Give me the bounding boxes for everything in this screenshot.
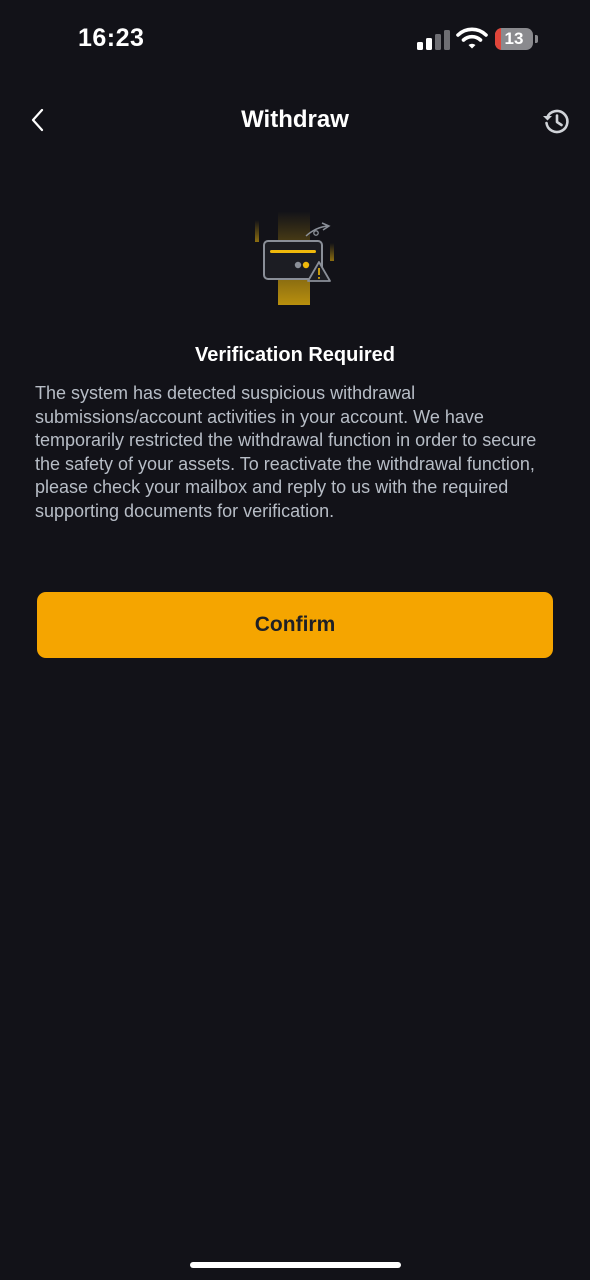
history-button[interactable] (538, 103, 574, 139)
page-title: Withdraw (241, 106, 349, 133)
confirm-button[interactable]: Confirm (37, 592, 553, 658)
status-bar: 16:23 13 (0, 0, 590, 80)
card-warning-icon (248, 205, 342, 311)
verification-message: The system has detected suspicious withd… (35, 383, 537, 521)
history-icon (543, 109, 569, 134)
cellular-signal-icon (417, 30, 451, 50)
wifi-icon (456, 26, 488, 50)
battery-icon: 13 (495, 28, 533, 50)
navigation-bar: Withdraw (0, 94, 590, 146)
battery-cap (535, 35, 538, 43)
home-indicator[interactable] (190, 1262, 401, 1268)
verification-heading: Verification Required (194, 344, 396, 366)
status-time: 16:23 (78, 24, 145, 52)
battery-level: 13 (504, 29, 524, 48)
